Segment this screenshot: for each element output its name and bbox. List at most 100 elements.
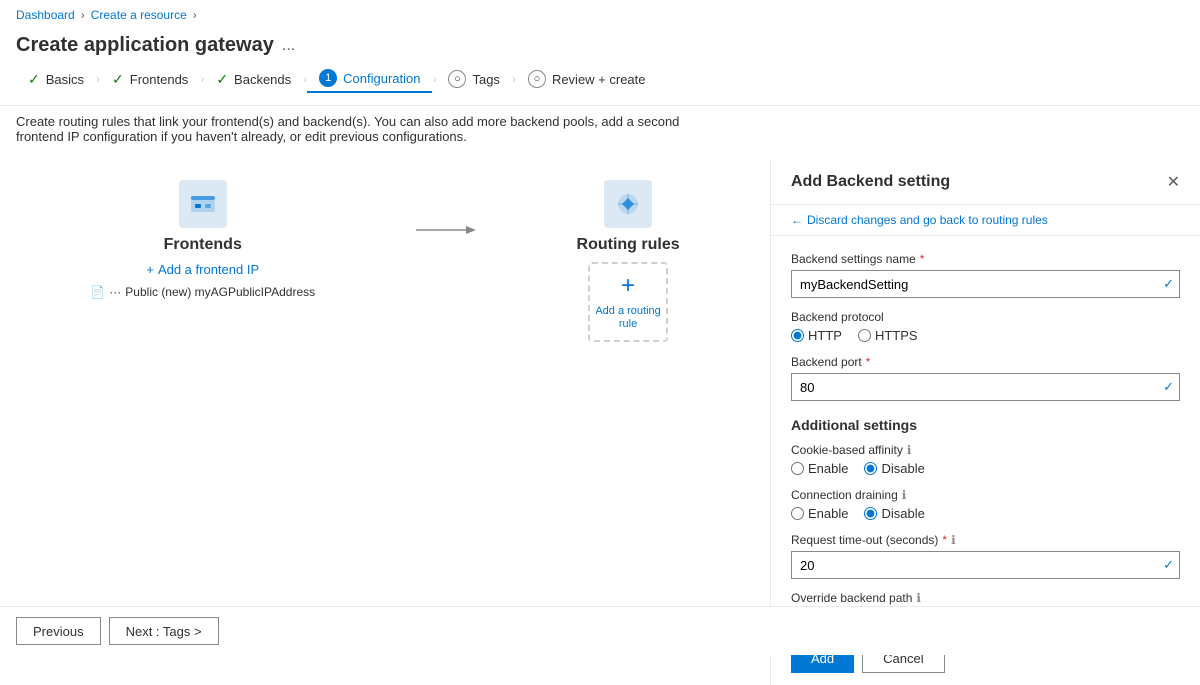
page-title: Create application gateway	[16, 34, 274, 57]
cookie-disable-label[interactable]: Disable	[864, 461, 924, 476]
backend-port-required: *	[866, 355, 871, 369]
step-frontends-label: Frontends	[130, 72, 189, 87]
draining-disable-radio[interactable]	[864, 507, 877, 520]
cookie-disable-text: Disable	[881, 461, 924, 476]
additional-settings-title: Additional settings	[791, 417, 1180, 433]
backend-protocol-label: Backend protocol	[791, 310, 1180, 324]
next-button[interactable]: Next : Tags >	[109, 617, 219, 645]
cookie-affinity-radio-group: Enable Disable	[791, 461, 1180, 476]
cookie-enable-text: Enable	[808, 461, 848, 476]
routing-rules-icon	[604, 180, 652, 228]
backend-protocol-radio-group: HTTP HTTPS	[791, 328, 1180, 343]
previous-button[interactable]: Previous	[16, 617, 101, 645]
backend-port-input-row: ✓	[791, 373, 1180, 401]
override-path-info-icon[interactable]: ℹ	[916, 591, 921, 605]
timeout-check-icon: ✓	[1163, 557, 1174, 573]
protocol-http-radio[interactable]	[791, 329, 804, 342]
back-to-routing-link[interactable]: Discard changes and go back to routing r…	[771, 205, 1200, 236]
more-icon[interactable]: ...	[282, 37, 295, 55]
frontends-box: Frontends Add a frontend IP 📄 ··· Public…	[90, 180, 315, 299]
step-basics-check: ✓	[28, 71, 40, 88]
override-backend-path-label: Override backend path ℹ	[791, 591, 1180, 605]
steps-nav: ✓ Basics › ✓ Frontends › ✓ Backends › 1 …	[0, 65, 1200, 106]
panel-body: Backend settings name * ✓ Backend protoc…	[771, 236, 1200, 630]
request-timeout-input-row: ✓	[791, 551, 1180, 579]
draining-enable-label[interactable]: Enable	[791, 506, 848, 521]
page-header: Create application gateway ...	[0, 30, 1200, 65]
step-tags[interactable]: ○ Tags	[436, 66, 511, 92]
connection-draining-radio-group: Enable Disable	[791, 506, 1180, 521]
cookie-disable-radio[interactable]	[864, 462, 877, 475]
protocol-http-label[interactable]: HTTP	[791, 328, 842, 343]
add-frontend-link[interactable]: Add a frontend IP	[146, 262, 259, 277]
frontend-doc-icon: 📄	[90, 285, 105, 299]
connection-draining-label: Connection draining ℹ	[791, 488, 1180, 502]
frontend-item-text: Public (new) myAGPublicIPAddress	[125, 285, 315, 299]
add-rule-plus: +	[621, 272, 635, 301]
step-basics[interactable]: ✓ Basics	[16, 67, 96, 92]
draining-disable-label[interactable]: Disable	[864, 506, 924, 521]
cookie-affinity-label: Cookie-based affinity ℹ	[791, 443, 1180, 457]
breadcrumb-sep2: ›	[193, 8, 197, 22]
step-backends-check: ✓	[216, 71, 228, 88]
step-review-circle: ○	[528, 70, 546, 88]
breadcrumb-dashboard[interactable]: Dashboard	[16, 8, 75, 22]
backend-port-label: Backend port *	[791, 355, 1180, 369]
bottom-nav: Previous Next : Tags >	[0, 606, 1200, 655]
protocol-http-text: HTTP	[808, 328, 842, 343]
backend-settings-name-input[interactable]	[791, 270, 1180, 298]
step-configuration[interactable]: 1 Configuration	[307, 65, 432, 93]
flow-arrow	[416, 220, 476, 240]
step-review[interactable]: ○ Review + create	[516, 66, 658, 92]
add-routing-rule-box[interactable]: + Add a routing rule	[588, 262, 668, 342]
request-timeout-label: Request time-out (seconds) * ℹ	[791, 533, 1180, 547]
cookie-enable-radio[interactable]	[791, 462, 804, 475]
backend-port-row: Backend port * ✓	[791, 355, 1180, 401]
backend-settings-name-input-row: ✓	[791, 270, 1180, 298]
description-text: Create routing rules that link your fron…	[0, 106, 700, 160]
protocol-https-label[interactable]: HTTPS	[858, 328, 918, 343]
timeout-required: *	[942, 533, 947, 547]
panel-close-button[interactable]: ✕	[1167, 172, 1180, 192]
draining-enable-text: Enable	[808, 506, 848, 521]
breadcrumb-sep1: ›	[81, 8, 85, 22]
backend-settings-name-row: Backend settings name * ✓	[791, 252, 1180, 298]
step-tags-label: Tags	[472, 72, 499, 87]
cookie-enable-label[interactable]: Enable	[791, 461, 848, 476]
frontend-ellipsis-icon: ···	[109, 285, 121, 299]
draining-disable-text: Disable	[881, 506, 924, 521]
backend-settings-check-icon: ✓	[1163, 276, 1174, 292]
step-frontends-check: ✓	[112, 71, 124, 88]
add-rule-label: Add a routing rule	[590, 305, 666, 331]
step-basics-label: Basics	[46, 72, 84, 87]
connection-draining-row: Connection draining ℹ Enable Disable	[791, 488, 1180, 521]
routing-rules-title: Routing rules	[577, 236, 680, 254]
step-configuration-circle: 1	[319, 69, 337, 87]
request-timeout-row: Request time-out (seconds) * ℹ ✓	[791, 533, 1180, 579]
frontends-title: Frontends	[164, 236, 242, 254]
step-tags-circle: ○	[448, 70, 466, 88]
backend-settings-name-label: Backend settings name *	[791, 252, 1180, 266]
step-backends[interactable]: ✓ Backends	[204, 67, 303, 92]
connection-draining-info-icon[interactable]: ℹ	[902, 488, 907, 502]
breadcrumb-create-resource[interactable]: Create a resource	[91, 8, 187, 22]
request-timeout-input[interactable]	[791, 551, 1180, 579]
step-configuration-label: Configuration	[343, 71, 420, 86]
frontend-item: 📄 ··· Public (new) myAGPublicIPAddress	[90, 285, 315, 299]
backend-protocol-row: Backend protocol HTTP HTTPS	[791, 310, 1180, 343]
required-marker: *	[920, 252, 925, 266]
protocol-https-radio[interactable]	[858, 329, 871, 342]
draining-enable-radio[interactable]	[791, 507, 804, 520]
routing-rules-box: Routing rules + Add a routing rule	[577, 180, 680, 342]
step-backends-label: Backends	[234, 72, 291, 87]
step-frontends[interactable]: ✓ Frontends	[100, 67, 200, 92]
cookie-affinity-info-icon[interactable]: ℹ	[907, 443, 912, 457]
timeout-info-icon[interactable]: ℹ	[951, 533, 956, 547]
backend-port-check-icon: ✓	[1163, 379, 1174, 395]
breadcrumb: Dashboard › Create a resource ›	[0, 0, 1200, 30]
panel-header: Add Backend setting ✕	[771, 160, 1200, 205]
cookie-affinity-row: Cookie-based affinity ℹ Enable Disable	[791, 443, 1180, 476]
panel-title: Add Backend setting	[791, 173, 950, 191]
frontends-icon	[179, 180, 227, 228]
backend-port-input[interactable]	[791, 373, 1180, 401]
